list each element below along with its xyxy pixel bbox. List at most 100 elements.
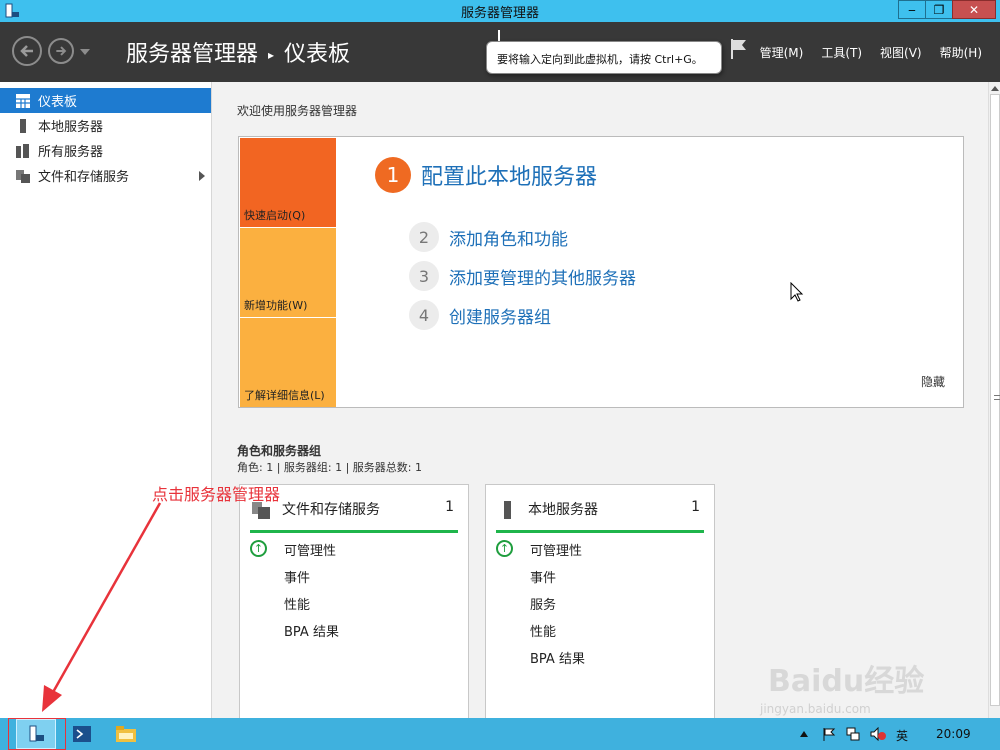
role-card-file-storage[interactable]: 文件和存储服务 1 ↑ 可管理性 事件 性能 BPA 结果 xyxy=(239,484,469,724)
breadcrumb-root[interactable]: 服务器管理器 xyxy=(126,42,258,67)
sidebar: 仪表板 本地服务器 所有服务器 文件和存储服务 xyxy=(0,82,212,718)
minimize-button[interactable]: ‒ xyxy=(898,0,926,19)
step-number: 1 xyxy=(375,157,411,193)
step-number: 3 xyxy=(409,261,439,291)
hide-link[interactable]: 隐藏 xyxy=(921,373,945,390)
card-header: 本地服务器 1 xyxy=(496,499,704,521)
card-title: 文件和存储服务 xyxy=(282,502,380,518)
main-content: 欢迎使用服务器管理器 快速启动(Q) 新增功能(W) 了解详细信息(L) 1 配… xyxy=(212,82,988,724)
vm-input-tooltip: 要将输入定向到此虚拟机，请按 Ctrl+G。 xyxy=(486,41,722,74)
back-button[interactable] xyxy=(12,36,42,66)
tile-quick-start[interactable]: 快速启动(Q) xyxy=(240,138,336,227)
powershell-icon xyxy=(73,726,91,742)
card-row-services[interactable]: 服务 xyxy=(530,594,556,613)
action-center-flag-icon[interactable] xyxy=(822,727,836,741)
annotation-text: 点击服务器管理器 xyxy=(152,485,281,504)
card-row-performance[interactable]: 性能 xyxy=(284,594,310,613)
sidebar-item-label: 文件和存储服务 xyxy=(38,170,130,185)
maximize-button[interactable]: ❐ xyxy=(925,0,953,19)
chevron-down-icon[interactable] xyxy=(80,49,90,55)
step-create-group[interactable]: 4 创建服务器组 xyxy=(409,300,551,330)
sidebar-item-all-servers[interactable]: 所有服务器 xyxy=(0,138,211,163)
servers-icon xyxy=(16,144,29,158)
card-row-manageability[interactable]: 可管理性 xyxy=(530,540,582,559)
roles-heading: 角色和服务器组 xyxy=(237,444,322,458)
ime-indicator[interactable]: 英 xyxy=(896,727,908,744)
menu-manage[interactable]: 管理(M) xyxy=(760,44,804,61)
dashboard-icon xyxy=(16,94,30,108)
tray-overflow-icon[interactable] xyxy=(800,731,808,737)
window-controls: ‒ ❐ ✕ xyxy=(898,0,996,19)
breadcrumb-current: 仪表板 xyxy=(284,42,351,67)
card-row-manageability[interactable]: 可管理性 xyxy=(284,540,336,559)
vertical-scrollbar[interactable] xyxy=(988,82,1000,718)
network-icon[interactable] xyxy=(846,727,860,741)
scroll-up-icon[interactable] xyxy=(991,86,999,91)
server-icon xyxy=(20,119,26,133)
notifications-flag-icon[interactable] xyxy=(730,38,748,60)
card-count: 1 xyxy=(445,499,454,515)
tile-label: 快速启动(Q) xyxy=(244,209,306,222)
step-link[interactable]: 添加要管理的其他服务器 xyxy=(449,264,636,289)
tile-label: 新增功能(W) xyxy=(244,299,308,312)
status-ok-icon: ↑ xyxy=(250,540,267,557)
step-configure-local-server[interactable]: 1 配置此本地服务器 xyxy=(375,157,597,193)
quick-start-panel: 快速启动(Q) 新增功能(W) 了解详细信息(L) 1 配置此本地服务器 2 添… xyxy=(238,136,964,408)
welcome-heading: 欢迎使用服务器管理器 xyxy=(237,104,358,118)
step-add-roles[interactable]: 2 添加角色和功能 xyxy=(409,222,568,252)
arrow-left-icon xyxy=(20,45,33,57)
card-row-events[interactable]: 事件 xyxy=(530,567,556,586)
window-titlebar: 服务器管理器 ‒ ❐ ✕ xyxy=(0,0,1000,22)
card-row-events[interactable]: 事件 xyxy=(284,567,310,586)
server-icon xyxy=(504,501,511,519)
role-card-local-server[interactable]: 本地服务器 1 ↑ 可管理性 事件 服务 性能 BPA 结果 xyxy=(485,484,715,724)
card-row-bpa[interactable]: BPA 结果 xyxy=(530,648,585,667)
card-count: 1 xyxy=(691,499,700,515)
step-link[interactable]: 配置此本地服务器 xyxy=(421,159,597,191)
status-bar xyxy=(250,530,458,533)
status-bar xyxy=(496,530,704,533)
step-link[interactable]: 创建服务器组 xyxy=(449,303,551,328)
arrow-right-icon xyxy=(56,46,67,56)
expand-arrow-icon[interactable] xyxy=(199,171,205,181)
roles-summary: 角色: 1 | 服务器组: 1 | 服务器总数: 1 xyxy=(237,461,423,474)
taskbar: 英 20:09 xyxy=(0,718,1000,750)
mouse-cursor-icon xyxy=(790,282,804,302)
system-tray: 英 20:09 xyxy=(800,718,1000,750)
status-ok-icon: ↑ xyxy=(496,540,513,557)
step-number: 4 xyxy=(409,300,439,330)
step-add-servers[interactable]: 3 添加要管理的其他服务器 xyxy=(409,261,636,291)
tile-whats-new[interactable]: 新增功能(W) xyxy=(240,228,336,317)
breadcrumb-separator: ▸ xyxy=(268,48,275,62)
storage-icon xyxy=(16,170,30,183)
card-header: 文件和存储服务 1 xyxy=(250,499,458,521)
scroll-grip-icon xyxy=(994,395,1000,400)
tile-label: 了解详细信息(L) xyxy=(244,389,325,402)
sidebar-item-label: 仪表板 xyxy=(38,95,78,110)
step-link[interactable]: 添加角色和功能 xyxy=(449,225,568,250)
tile-learn-more[interactable]: 了解详细信息(L) xyxy=(240,318,336,407)
card-row-bpa[interactable]: BPA 结果 xyxy=(284,621,339,640)
sidebar-item-file-storage[interactable]: 文件和存储服务 xyxy=(0,163,211,188)
breadcrumb: 服务器管理器 ▸ 仪表板 xyxy=(126,36,350,68)
volume-muted-icon[interactable] xyxy=(870,727,886,741)
taskbar-powershell[interactable] xyxy=(62,719,102,749)
header-menu: 管理(M) 工具(T) 视图(V) 帮助(H) xyxy=(760,44,982,61)
file-explorer-icon xyxy=(116,726,136,742)
forward-button[interactable] xyxy=(48,38,74,64)
card-row-performance[interactable]: 性能 xyxy=(530,621,556,640)
menu-view[interactable]: 视图(V) xyxy=(880,44,922,61)
baidu-watermark: Baidu经验 xyxy=(768,664,925,699)
close-button[interactable]: ✕ xyxy=(952,0,996,19)
sidebar-item-label: 所有服务器 xyxy=(38,145,104,160)
card-title: 本地服务器 xyxy=(528,502,598,518)
menu-tools[interactable]: 工具(T) xyxy=(821,44,862,61)
sidebar-item-local-server[interactable]: 本地服务器 xyxy=(0,113,211,138)
scroll-thumb[interactable] xyxy=(990,94,1000,706)
menu-help[interactable]: 帮助(H) xyxy=(940,44,982,61)
step-number: 2 xyxy=(409,222,439,252)
baidu-watermark-url: jingyan.baidu.com xyxy=(760,702,871,716)
sidebar-item-dashboard[interactable]: 仪表板 xyxy=(0,88,211,113)
taskbar-file-explorer[interactable] xyxy=(106,719,146,749)
clock[interactable]: 20:09 xyxy=(936,727,971,741)
